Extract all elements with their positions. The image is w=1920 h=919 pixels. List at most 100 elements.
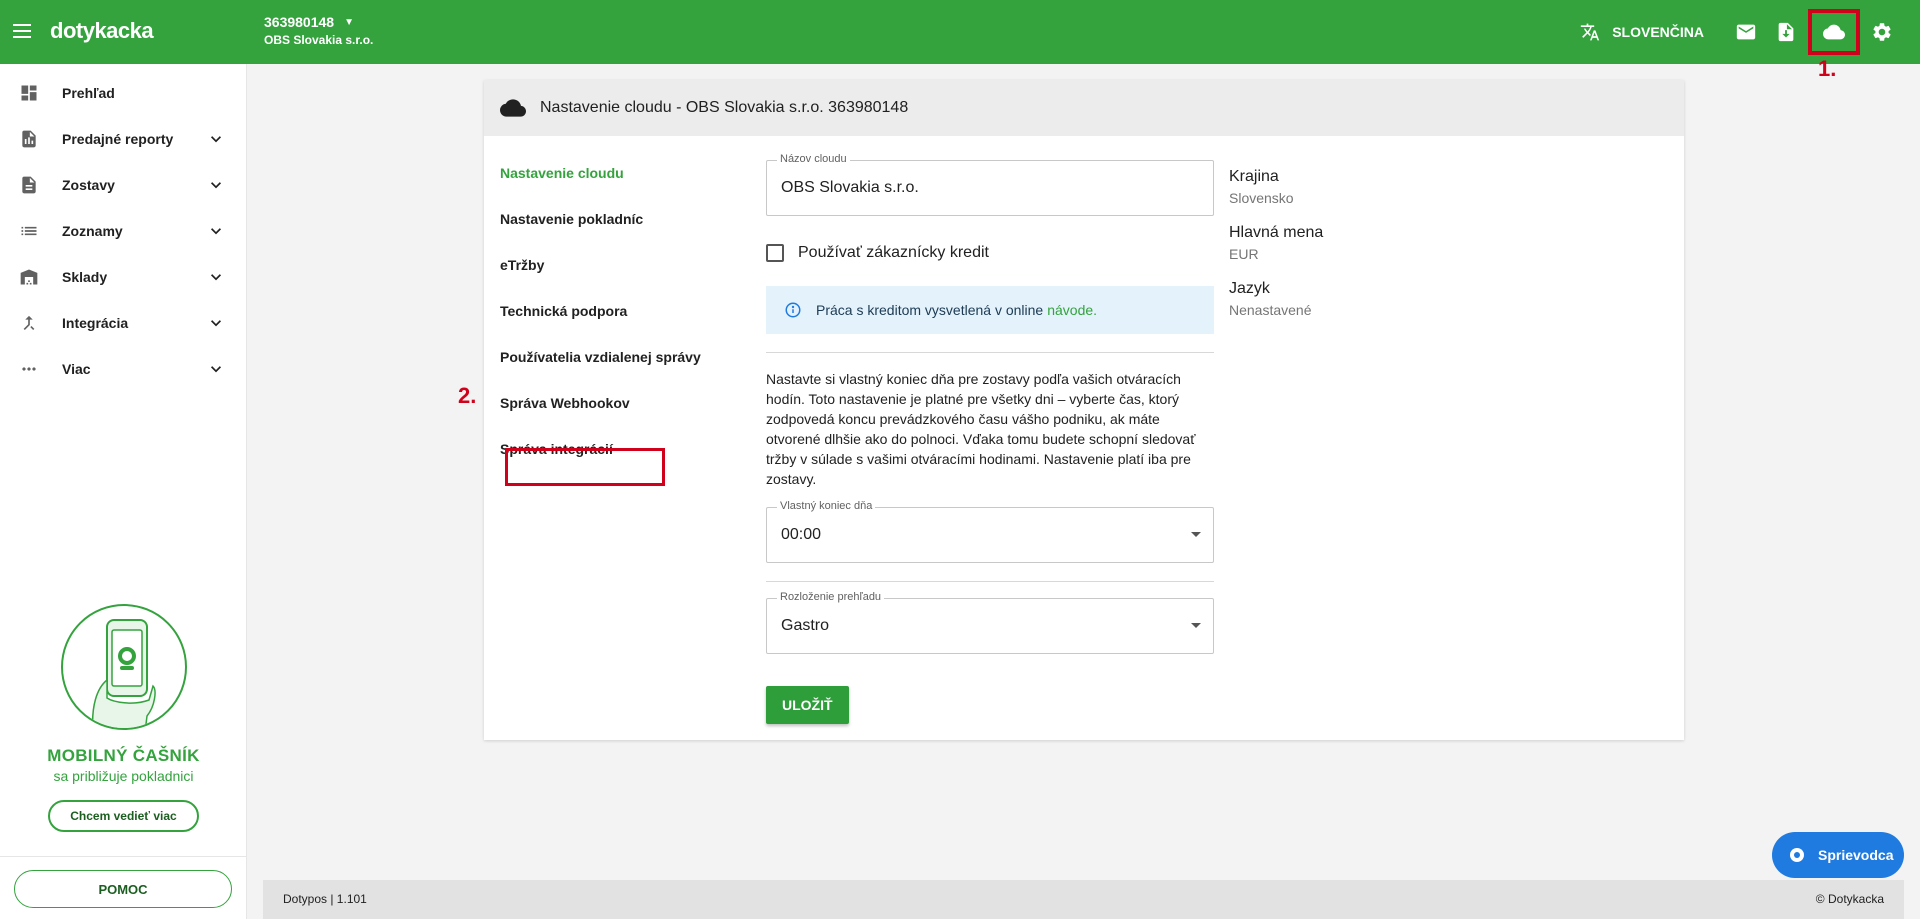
guide-label: Sprievodca — [1818, 847, 1894, 863]
webhook-highlight-box — [505, 448, 665, 486]
subnav-cloud-settings[interactable]: Nastavenie cloudu — [500, 150, 730, 196]
guide-link[interactable]: návode. — [1047, 302, 1097, 318]
sidebar-item-label: Sklady — [62, 269, 108, 285]
dropdown-arrow-icon — [1191, 532, 1201, 537]
sidebar-item-zostavy[interactable]: Zostavy — [0, 162, 246, 208]
cloud-info: Krajina Slovensko Hlavná mena EUR Jazyk … — [1229, 168, 1323, 336]
guide-button[interactable]: Sprievodca — [1772, 832, 1904, 878]
help-button[interactable]: POMOC — [14, 870, 232, 908]
currency-label: Hlavná mena — [1229, 224, 1324, 241]
settings-subnav: Nastavenie cloudu Nastavenie pokladníc e… — [500, 150, 730, 486]
cloud-settings-form: Názov cloudu OBS Slovakia s.r.o. Používa… — [766, 153, 1214, 724]
app-logo[interactable]: dotykacka — [50, 18, 154, 44]
dropdown-arrow-icon — [1191, 623, 1201, 628]
sidebar-item-label: Zoznamy — [62, 223, 123, 239]
checkbox-unchecked-icon[interactable] — [766, 244, 784, 262]
sidebar-item-label: Predajné reporty — [62, 131, 174, 147]
chevron-down-icon — [206, 267, 226, 287]
merge-icon — [18, 312, 40, 334]
company-selector[interactable]: 363980148 ▼ OBS Slovakia s.r.o. — [264, 14, 373, 47]
company-name: OBS Slovakia s.r.o. — [264, 33, 374, 47]
settings-button[interactable] — [1862, 12, 1902, 52]
warehouse-icon — [18, 266, 40, 288]
list-icon — [18, 220, 40, 242]
dashboard-layout-select[interactable]: Rozloženie prehľadu Gastro — [766, 591, 1214, 654]
sidebar-item-sklady[interactable]: Sklady — [0, 254, 246, 300]
cloud-icon — [1823, 24, 1845, 40]
field-label: Názov cloudu — [777, 153, 850, 165]
info-icon — [785, 302, 801, 318]
chevron-down-icon — [206, 129, 226, 149]
language-label: Jazyk — [1229, 280, 1270, 297]
top-app-bar: dotykacka 363980148 ▼ OBS Slovakia s.r.o.… — [0, 0, 1920, 64]
language-selector[interactable]: SLOVENČINA — [1580, 22, 1704, 42]
file-download-icon — [1778, 22, 1794, 42]
field-label: Rozloženie prehľadu — [777, 591, 885, 603]
document-export-button[interactable] — [1766, 12, 1806, 52]
cloud-name-field[interactable]: Názov cloudu OBS Slovakia s.r.o. — [766, 153, 1214, 216]
sidebar-item-prehlad[interactable]: Prehľad — [0, 70, 246, 116]
promo-subtitle: sa približuje pokladnici — [53, 768, 194, 784]
subnav-remote-users[interactable]: Používatelia vzdialenej správy — [500, 334, 730, 380]
report-icon — [18, 128, 40, 150]
currency-value: EUR — [1229, 246, 1259, 262]
country-value: Slovensko — [1229, 190, 1294, 206]
language-value: Nenastavené — [1229, 302, 1312, 318]
end-of-day-select[interactable]: Vlastný koniec dňa 00:00 — [766, 500, 1214, 563]
cloud-name-value: OBS Slovakia s.r.o. — [781, 179, 919, 196]
divider — [766, 581, 1214, 582]
subnav-technical-support[interactable]: Technická podpora — [500, 288, 730, 334]
sidebar-item-label: Integrácia — [62, 315, 129, 331]
dashboard-layout-value: Gastro — [781, 617, 830, 634]
footer-version: Dotypos | 1.101 — [283, 892, 367, 906]
document-icon — [18, 174, 40, 196]
credit-info-alert: Práca s kreditom vysvetlená v online náv… — [766, 286, 1214, 334]
mail-button[interactable] — [1726, 12, 1766, 52]
page-title: Nastavenie cloudu - OBS Slovakia s.r.o. … — [540, 99, 909, 116]
divider — [766, 352, 1214, 353]
chevron-down-icon — [206, 313, 226, 333]
cloud-icon — [500, 99, 526, 117]
chevron-down-icon — [206, 221, 226, 241]
cloud-settings-card: Nastavenie cloudu - OBS Slovakia s.r.o. … — [484, 80, 1684, 740]
chevron-down-icon — [206, 175, 226, 195]
end-of-day-description: Nastavte si vlastný koniec dňa pre zosta… — [766, 371, 1196, 487]
sidebar-item-zoznamy[interactable]: Zoznamy — [0, 208, 246, 254]
mobile-waiter-promo: MOBILNÝ ČAŠNÍK sa približuje pokladnici … — [0, 604, 247, 832]
footer: Dotypos | 1.101 © Dotykacka — [263, 880, 1904, 919]
chevron-down-icon — [206, 359, 226, 379]
translate-icon — [1581, 23, 1600, 41]
guide-icon — [1790, 848, 1804, 862]
country-label: Krajina — [1229, 168, 1279, 185]
save-button[interactable]: ULOŽIŤ — [766, 686, 849, 724]
sidebar-item-predajne-reporty[interactable]: Predajné reporty — [0, 116, 246, 162]
sidebar-item-integracia[interactable]: Integrácia — [0, 300, 246, 346]
phone-illustration — [60, 604, 187, 730]
subnav-etrzby[interactable]: eTržby — [500, 242, 730, 288]
sidebar-item-viac[interactable]: Viac — [0, 346, 246, 392]
customer-credit-checkbox[interactable]: Používať zákaznícky kredit — [766, 244, 1214, 262]
learn-more-button[interactable]: Chcem vedieť viac — [48, 800, 199, 832]
gear-icon — [1873, 23, 1891, 41]
mail-icon — [1736, 24, 1756, 40]
sidebar-item-label: Prehľad — [62, 85, 115, 101]
caret-down-icon: ▼ — [344, 16, 354, 28]
divider — [0, 856, 247, 857]
sidebar-item-label: Viac — [62, 361, 91, 377]
cloud-settings-button[interactable] — [1808, 9, 1860, 55]
field-label: Vlastný koniec dňa — [777, 500, 876, 512]
subnav-webhooks[interactable]: Správa Webhookov — [500, 380, 730, 426]
checkbox-label: Používať zákaznícky kredit — [798, 244, 989, 261]
promo-title: MOBILNÝ ČAŠNÍK — [47, 746, 200, 765]
sidebar: Prehľad Predajné reporty Zostavy Zoznamy… — [0, 64, 247, 919]
info-text: Práca s kreditom vysvetlená v online — [816, 302, 1044, 318]
footer-copyright: © Dotykacka — [1815, 892, 1884, 906]
hamburger-menu-icon[interactable] — [10, 20, 34, 44]
card-header: Nastavenie cloudu - OBS Slovakia s.r.o. … — [484, 80, 1684, 136]
annotation-step-2: 2. — [458, 383, 477, 408]
company-id: 363980148 — [264, 14, 335, 30]
end-of-day-value: 00:00 — [781, 526, 822, 543]
subnav-register-settings[interactable]: Nastavenie pokladníc — [500, 196, 730, 242]
annotation-step-1: 1. — [1818, 56, 1837, 81]
more-icon — [18, 358, 40, 380]
